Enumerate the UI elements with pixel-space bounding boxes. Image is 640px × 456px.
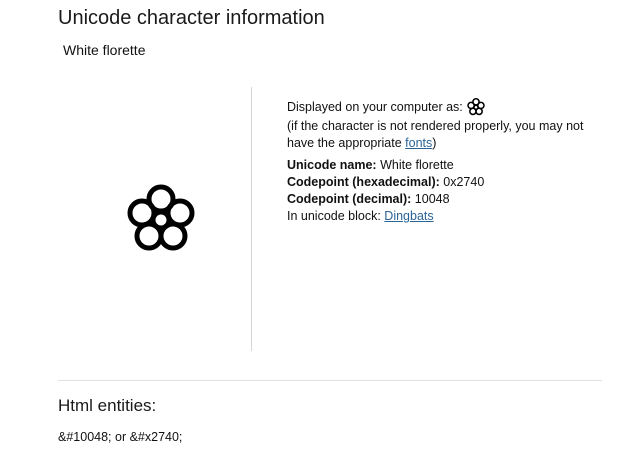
character-info: Displayed on your computer as: (if the c… — [287, 98, 597, 225]
codepoint-dec-value: 10048 — [411, 192, 450, 206]
displayed-row: Displayed on your computer as: — [287, 98, 597, 116]
codepoint-hex-label: Codepoint (hexadecimal): — [287, 175, 440, 189]
character-name: White florette — [63, 42, 146, 58]
facts: Unicode name: White florette Codepoint (… — [287, 157, 597, 225]
white-florette-icon — [127, 184, 195, 251]
codepoint-dec-label: Codepoint (decimal): — [287, 192, 412, 206]
unicode-block-row: In unicode block: Dingbats — [287, 208, 597, 225]
vertical-divider — [251, 87, 252, 351]
note-suffix: ) — [432, 136, 437, 150]
unicode-block-label: In unicode block: — [287, 209, 385, 223]
html-entities-text: &#10048; or &#x2740; — [58, 430, 183, 444]
unicode-name-row: Unicode name: White florette — [287, 157, 597, 174]
html-entities-heading: Html entities: — [58, 396, 157, 415]
displayed-label: Displayed on your computer as: — [287, 99, 463, 114]
codepoint-hex-row: Codepoint (hexadecimal): 0x2740 — [287, 174, 597, 191]
dingbats-link[interactable]: Dingbats — [384, 209, 433, 223]
unicode-name-value: White florette — [376, 158, 454, 172]
horizontal-divider — [58, 380, 602, 381]
codepoint-dec-row: Codepoint (decimal): 10048 — [287, 191, 597, 208]
unicode-name-label: Unicode name: — [287, 158, 377, 172]
glyph-panel — [58, 87, 251, 351]
render-note: (if the character is not rendered proper… — [287, 118, 597, 152]
page-title: Unicode character information — [58, 7, 325, 29]
fonts-link[interactable]: fonts — [405, 136, 432, 150]
white-florette-small-icon — [467, 98, 485, 116]
codepoint-hex-value: 0x2740 — [439, 175, 485, 189]
